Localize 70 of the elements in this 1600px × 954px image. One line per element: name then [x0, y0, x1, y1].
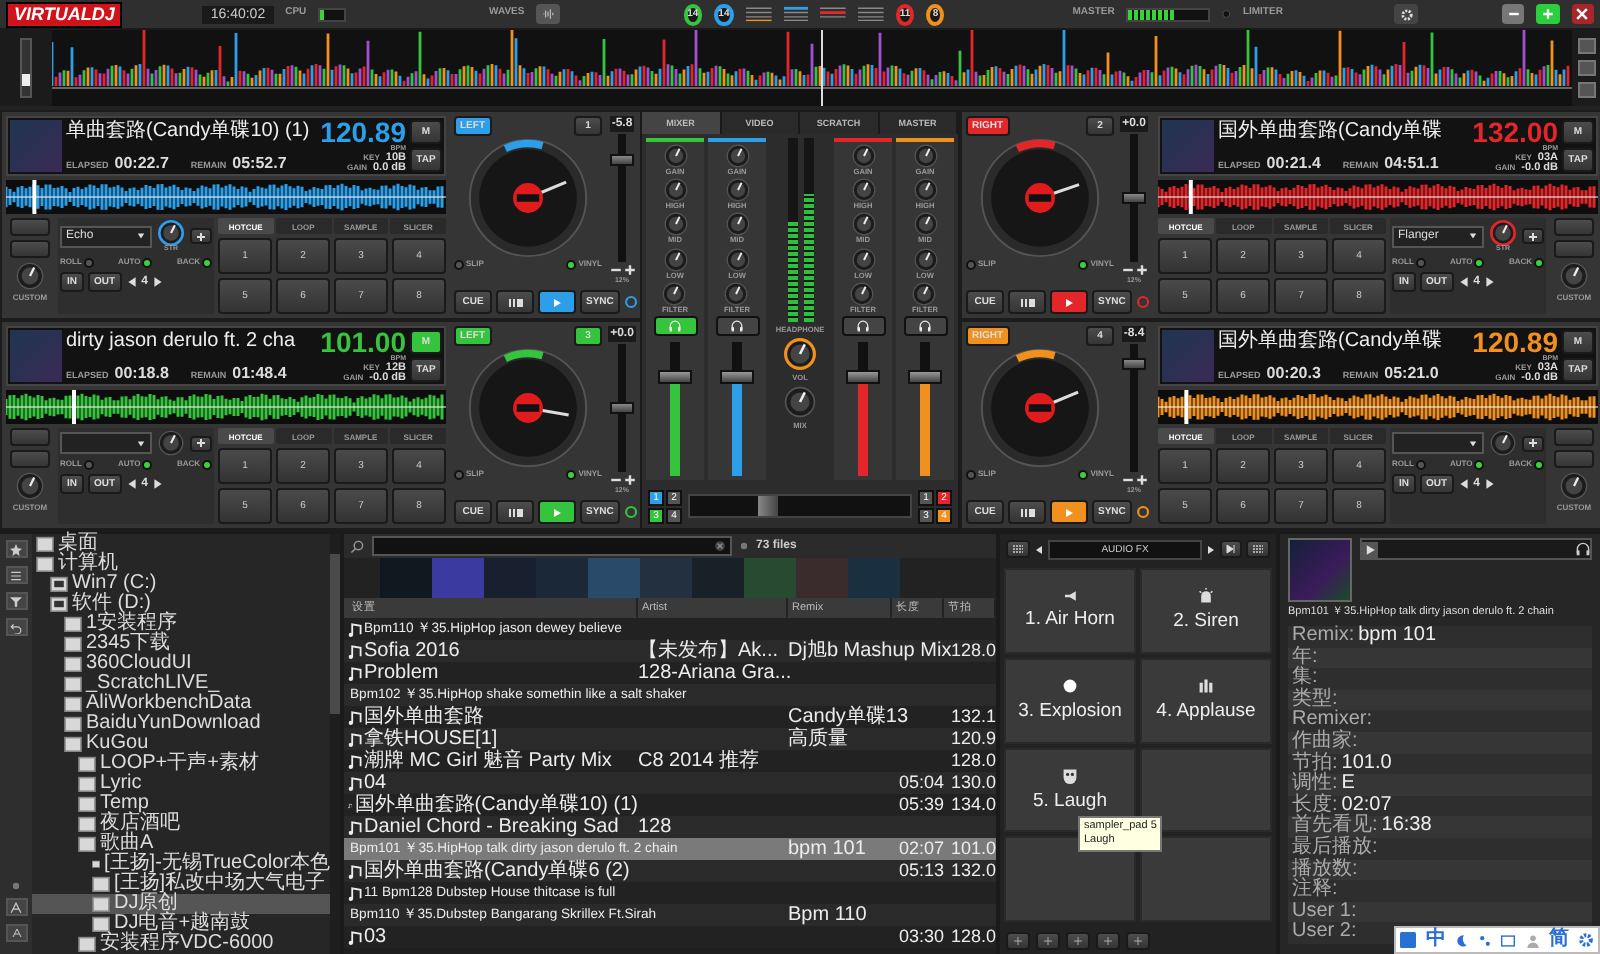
- track-remix: Candy单碟13: [788, 706, 909, 728]
- track-bpm: 132.0: [950, 860, 996, 882]
- track-artist: C8 2014 推荐: [638, 750, 760, 772]
- field-label: 首先看见:: [1292, 816, 1378, 837]
- track-bpm: 130.0: [950, 772, 996, 794]
- field-label: 作曲家:: [1292, 731, 1358, 752]
- track-bpm: 128.0: [950, 926, 996, 948]
- track-length: 05:04: [898, 772, 944, 794]
- track-title: 潮牌 MC Girl 魅音 Party Mix: [364, 750, 612, 772]
- track-title: 拿铁HOUSE[1]: [364, 728, 498, 750]
- track-bpm: 101.0: [950, 838, 996, 860]
- field-label: User 2:: [1292, 922, 1357, 944]
- field-value: 02:07: [1341, 795, 1392, 816]
- track-bpm: 128.0: [950, 750, 996, 772]
- track-remix: Dj旭b Mashup Mix: [788, 640, 952, 662]
- field-label: 注释:: [1292, 880, 1338, 902]
- track-bpm: 128.0: [950, 640, 996, 662]
- remain-time: 01:48.4: [232, 366, 287, 382]
- bpm-value: 101.00: [320, 330, 406, 356]
- bpm-value: 132.00: [1472, 120, 1558, 146]
- track-title: dirty jason derulo ft. 2 cha: [66, 330, 298, 354]
- track-title: 国外单曲套路(Candy单碟10) (1): [354, 794, 638, 816]
- track-title: Sofia 2016: [364, 640, 460, 662]
- field-label: 年:: [1292, 647, 1318, 668]
- track-artist: 128: [638, 816, 672, 838]
- logo: VIRTUALDJ: [6, 1, 123, 27]
- track-artist: 【未发布】Ak...: [638, 640, 779, 662]
- field-label: 最后播放:: [1292, 837, 1378, 858]
- elapsed-time: 00:21.4: [1266, 156, 1321, 172]
- track-title: Problem: [364, 662, 439, 684]
- track-title: 国外单曲套路(Candy单碟: [1218, 120, 1445, 144]
- elapsed-time: 00:20.3: [1266, 366, 1321, 382]
- track-title: 03: [364, 926, 387, 948]
- bpm-value: 120.89: [320, 120, 406, 146]
- track-title: 国外单曲套路: [364, 706, 484, 728]
- field-value: 101.0: [1341, 753, 1392, 774]
- field-label: User 1:: [1292, 901, 1357, 922]
- elapsed-time: 00:22.7: [114, 156, 169, 172]
- field-label: 节拍:: [1292, 753, 1338, 774]
- track-length: 02:07: [898, 838, 944, 860]
- track-remix: bpm 101: [788, 838, 866, 860]
- field-label: 播放数:: [1292, 859, 1358, 880]
- remain-time: 05:21.0: [1384, 366, 1439, 382]
- track-title: 单曲套路(Candy单碟10) (1): [66, 120, 312, 144]
- track-title: Daniel Chord - Breaking Sad: [364, 816, 619, 838]
- field-label: 类型:: [1292, 689, 1338, 710]
- field-label: Remixer:: [1292, 710, 1373, 731]
- track-bpm: 120.9: [950, 728, 996, 750]
- field-label: Remix:: [1292, 626, 1355, 646]
- bpm-value: 120.89: [1472, 330, 1558, 356]
- track-title: 04: [364, 772, 387, 794]
- field-label: 长度:: [1292, 795, 1338, 816]
- track-length: 05:13: [898, 860, 944, 882]
- field-label: 调性:: [1292, 774, 1338, 795]
- elapsed-time: 00:18.8: [114, 366, 169, 382]
- field-value: bpm 101: [1358, 626, 1437, 648]
- track-artist: 128-Ariana Gra...: [638, 662, 792, 684]
- track-remix: 高质量: [788, 728, 848, 750]
- track-title: 国外单曲套路(Candy单碟: [1218, 330, 1445, 354]
- track-bpm: 134.0: [950, 794, 996, 816]
- track-length: 05:39: [898, 794, 944, 816]
- track-length: 03:30: [898, 926, 944, 948]
- field-value: 16:38: [1381, 816, 1432, 838]
- remain-time: 04:51.1: [1384, 156, 1439, 172]
- field-label: 集:: [1292, 668, 1318, 689]
- track-title: 国外单曲套路(Candy单碟6 (2): [364, 860, 630, 882]
- remain-time: 05:52.7: [232, 156, 287, 172]
- field-value: E: [1341, 774, 1355, 796]
- track-remix: Bpm 110: [788, 904, 867, 926]
- track-bpm: 132.1: [950, 706, 996, 728]
